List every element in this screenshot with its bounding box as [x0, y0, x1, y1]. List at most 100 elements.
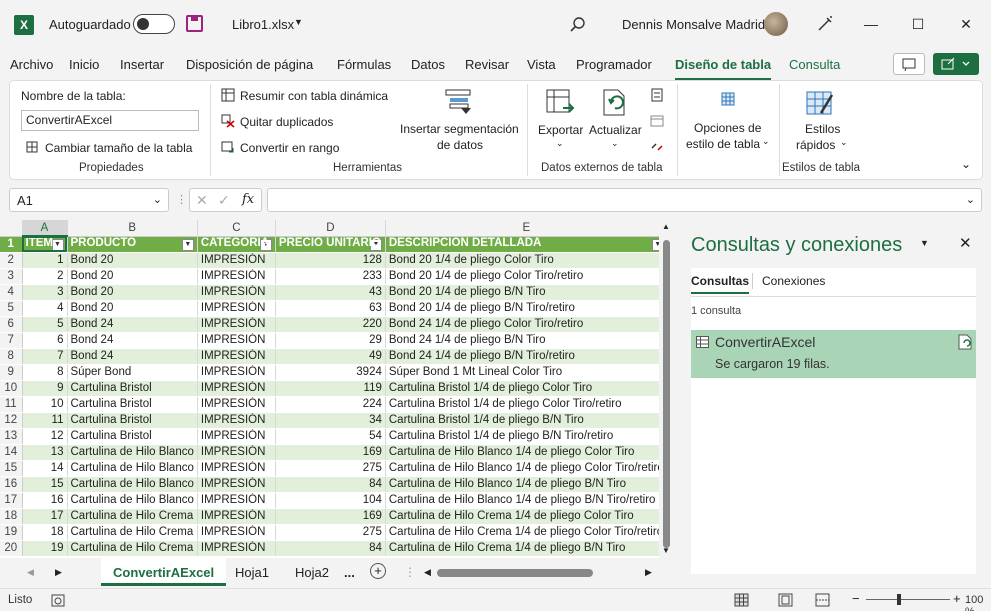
table-cell[interactable]: 169: [275, 444, 386, 461]
tab-programador[interactable]: Programador: [576, 57, 652, 72]
table-cell[interactable]: IMPRESIÓN: [197, 316, 276, 333]
column-header[interactable]: E: [385, 220, 668, 237]
refresh-query-icon[interactable]: [958, 334, 972, 350]
table-cell[interactable]: 11: [22, 412, 68, 429]
table-cell[interactable]: 29: [275, 332, 386, 349]
fx-icon[interactable]: fx: [242, 192, 254, 207]
table-header-cell[interactable]: ▼ PRECIO UNITARIO: [275, 236, 386, 253]
row-number[interactable]: 6: [0, 316, 23, 333]
page-layout-icon[interactable]: [778, 593, 793, 607]
sheet-tab-hoja2[interactable]: Hoja2: [295, 565, 329, 580]
table-header-cell[interactable]: ▼ DESCRIPCION DETALLADA: [385, 236, 668, 253]
scroll-thumb[interactable]: [663, 240, 670, 548]
tab-formulas[interactable]: Fórmulas: [337, 57, 391, 72]
quick-styles-line1[interactable]: Estilos: [805, 122, 840, 136]
worksheet-grid[interactable]: A B C D E 1 ▼ ITEM ▼ PRODUCTO ▼ CATEGORIA ▼ PREC…: [0, 220, 675, 558]
more-sheets-button[interactable]: ...: [344, 565, 355, 580]
table-cell[interactable]: 84: [275, 476, 386, 493]
table-cell[interactable]: Cartulina Bristol: [67, 428, 198, 445]
row-number[interactable]: 18: [0, 508, 23, 525]
table-cell[interactable]: Cartulina de Hilo Blanco: [67, 492, 198, 509]
table-cell[interactable]: 5: [22, 316, 68, 333]
table-cell[interactable]: 63: [275, 300, 386, 317]
table-cell[interactable]: IMPRESIÓN: [197, 460, 276, 477]
table-cell[interactable]: 10: [22, 396, 68, 413]
table-cell[interactable]: IMPRESIÓN: [197, 476, 276, 493]
slicer-button-line2[interactable]: de datos: [437, 138, 483, 152]
quick-styles-line2[interactable]: rápidos: [796, 138, 835, 152]
table-cell[interactable]: Cartulina Bristol: [67, 412, 198, 429]
table-cell[interactable]: IMPRESIÓN: [197, 524, 276, 541]
table-cell[interactable]: 104: [275, 492, 386, 509]
cancel-icon[interactable]: ✕: [196, 192, 208, 209]
row-number[interactable]: 2: [0, 252, 23, 269]
table-cell[interactable]: Cartulina de Hilo Blanco: [67, 460, 198, 477]
table-cell[interactable]: IMPRESIÓN: [197, 444, 276, 461]
save-icon[interactable]: [186, 15, 203, 32]
table-cell[interactable]: IMPRESIÓN: [197, 428, 276, 445]
vertical-scrollbar[interactable]: ▲ ▼: [659, 220, 675, 558]
prev-sheet-icon[interactable]: ◀: [27, 567, 34, 578]
autosave-toggle[interactable]: [133, 14, 175, 34]
column-header[interactable]: C: [197, 220, 276, 237]
table-cell[interactable]: IMPRESIÓN: [197, 268, 276, 285]
table-cell[interactable]: IMPRESIÓN: [197, 540, 276, 557]
table-cell[interactable]: IMPRESIÓN: [197, 364, 276, 381]
chevron-down-icon[interactable]: ⌄: [153, 193, 162, 206]
resize-table-button[interactable]: Cambiar tamaño de la tabla: [45, 141, 192, 155]
table-header-cell[interactable]: ▼ ITEM: [22, 236, 68, 253]
table-cell[interactable]: Bond 24: [67, 348, 198, 365]
tab-revisar[interactable]: Revisar: [465, 57, 509, 72]
tab-consulta[interactable]: Consulta: [789, 57, 840, 72]
ribbon-collapse-icon[interactable]: ⌄: [961, 157, 971, 171]
open-in-browser-icon[interactable]: [650, 114, 664, 128]
zoom-slider-thumb[interactable]: [897, 594, 901, 605]
table-cell[interactable]: Cartulina Bristol 1/4 de pliego B/N Tiro…: [385, 428, 668, 445]
row-number[interactable]: 13: [0, 428, 23, 445]
table-cell[interactable]: Bond 20: [67, 268, 198, 285]
table-cell[interactable]: Cartulina Bristol: [67, 396, 198, 413]
row-number[interactable]: 7: [0, 332, 23, 349]
table-header-cell[interactable]: ▼ CATEGORIA: [197, 236, 276, 253]
table-cell[interactable]: Cartulina de Hilo Blanco 1/4 de pliego C…: [385, 444, 668, 461]
style-options-line1[interactable]: Opciones de: [694, 121, 761, 135]
table-cell[interactable]: Bond 20: [67, 252, 198, 269]
table-cell[interactable]: Bond 24 1/4 de pliego B/N Tiro: [385, 332, 668, 349]
table-cell[interactable]: 12: [22, 428, 68, 445]
row-number[interactable]: 15: [0, 460, 23, 477]
properties-icon[interactable]: [650, 88, 664, 102]
table-cell[interactable]: IMPRESIÓN: [197, 492, 276, 509]
filter-dropdown-icon[interactable]: ▼: [181, 239, 194, 251]
table-cell[interactable]: IMPRESIÓN: [197, 252, 276, 269]
column-header[interactable]: A: [22, 220, 68, 237]
row-number[interactable]: 5: [0, 300, 23, 317]
tab-conexiones[interactable]: Conexiones: [762, 274, 825, 288]
table-cell[interactable]: Bond 20 1/4 de pliego Color Tiro: [385, 252, 668, 269]
table-cell[interactable]: 224: [275, 396, 386, 413]
comments-button[interactable]: [893, 53, 925, 75]
more-options-icon[interactable]: ⋮: [176, 193, 187, 206]
spreadsheet-table[interactable]: A B C D E 1 ▼ ITEM ▼ PRODUCTO ▼ CATEGORIA ▼ PREC…: [0, 220, 668, 557]
table-cell[interactable]: Cartulina de Hilo Blanco 1/4 de pliego B…: [385, 476, 668, 493]
search-icon[interactable]: [568, 15, 588, 35]
table-cell[interactable]: 14: [22, 460, 68, 477]
table-cell[interactable]: Bond 20: [67, 300, 198, 317]
table-cell[interactable]: 275: [275, 460, 386, 477]
table-cell[interactable]: 84: [275, 540, 386, 557]
chevron-down-icon[interactable]: ⌄: [556, 138, 564, 149]
table-cell[interactable]: IMPRESIÓN: [197, 380, 276, 397]
table-cell[interactable]: 128: [275, 252, 386, 269]
zoom-in-icon[interactable]: +: [953, 591, 961, 606]
table-cell[interactable]: 275: [275, 524, 386, 541]
tab-disposicion[interactable]: Disposición de página: [186, 57, 313, 72]
table-cell[interactable]: Bond 20: [67, 284, 198, 301]
accessibility-icon[interactable]: [51, 594, 65, 607]
table-cell[interactable]: Cartulina de Hilo Crema: [67, 508, 198, 525]
table-cell[interactable]: Bond 24 1/4 de pliego B/N Tiro/retiro: [385, 348, 668, 365]
table-cell[interactable]: Bond 20 1/4 de pliego B/N Tiro/retiro: [385, 300, 668, 317]
table-cell[interactable]: 1: [22, 252, 68, 269]
user-name[interactable]: Dennis Monsalve Madrid: [622, 17, 765, 32]
zoom-level[interactable]: 100 %: [965, 594, 991, 611]
row-number[interactable]: 9: [0, 364, 23, 381]
tab-inicio[interactable]: Inicio: [69, 57, 99, 72]
